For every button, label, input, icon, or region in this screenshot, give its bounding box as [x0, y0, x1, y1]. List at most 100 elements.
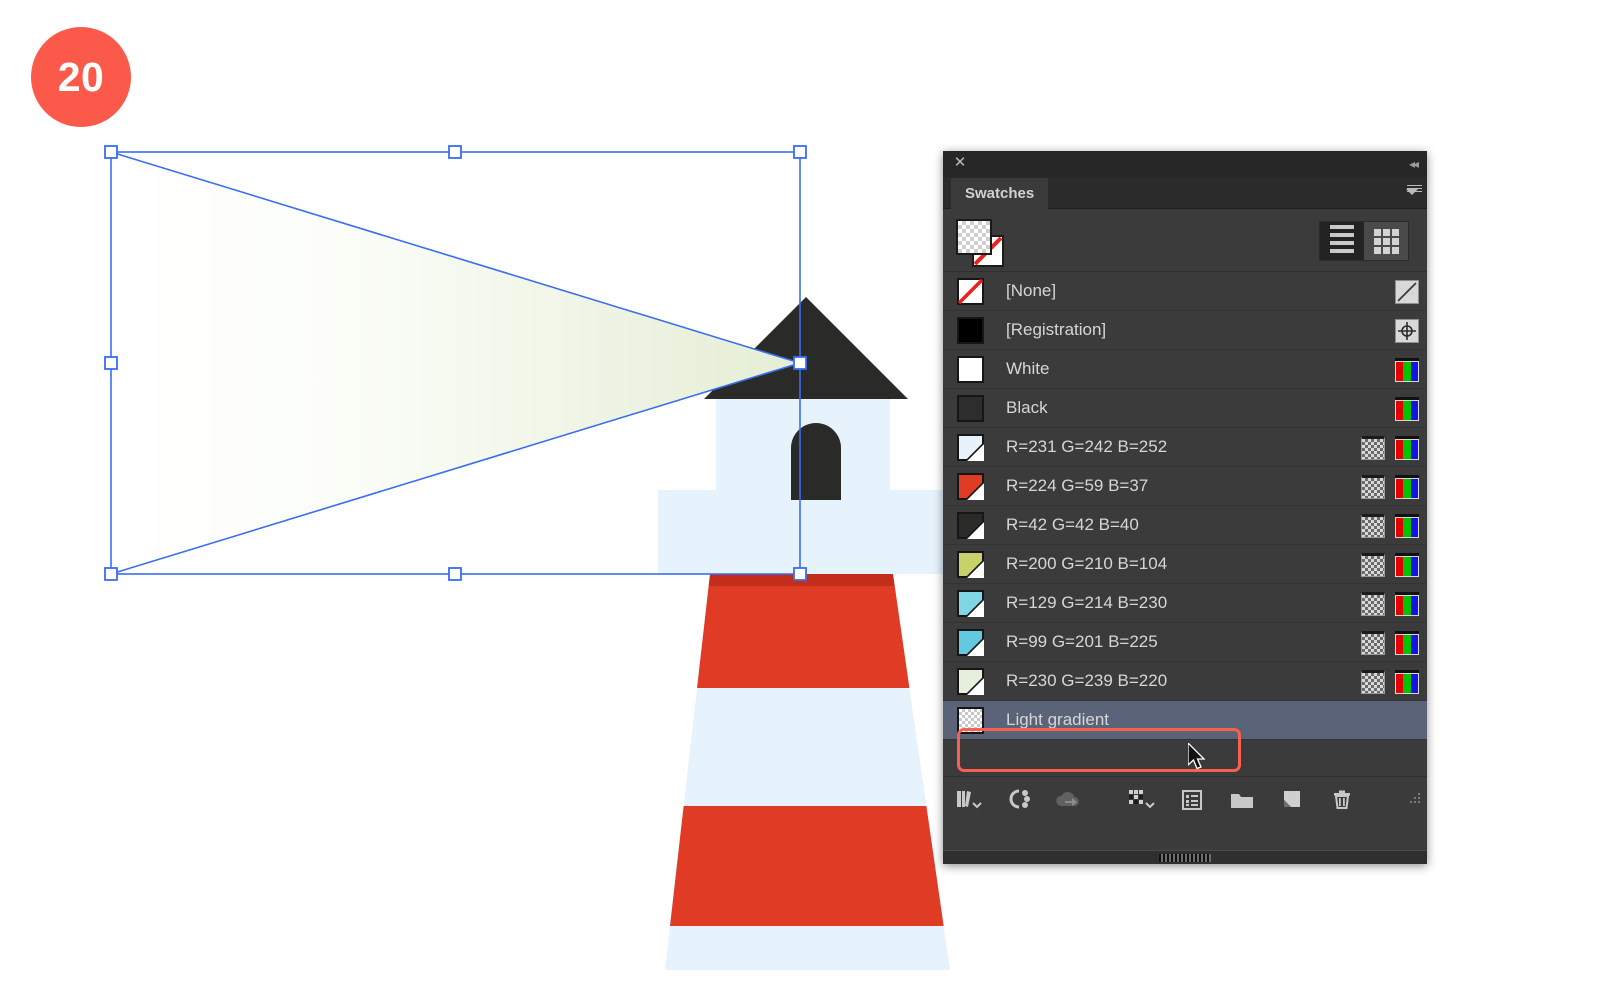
- swatch-color-chip[interactable]: [957, 355, 984, 383]
- rgb-color-mode-icon: [1395, 435, 1419, 460]
- swatch-indicators: [1361, 506, 1419, 545]
- swatch-options-icon[interactable]: [1167, 780, 1217, 820]
- none-swatch-indicator-icon: [1395, 279, 1419, 304]
- swatch-row[interactable]: R=230 G=239 B=220: [943, 662, 1427, 701]
- registration-target-icon: [1395, 318, 1419, 343]
- balcony-slab: [658, 490, 946, 574]
- swatch-label: Black: [1006, 398, 1048, 417]
- close-icon[interactable]: ✕: [952, 155, 968, 171]
- step-number-badge: 20: [31, 27, 131, 127]
- swatch-label: [Registration]: [1006, 320, 1107, 339]
- lighthouse-artwork: [104, 145, 950, 970]
- swatch-label: R=129 G=214 B=230: [1006, 593, 1168, 612]
- swatch-color-chip[interactable]: [957, 667, 984, 695]
- swatch-indicators: [1361, 428, 1419, 467]
- global-corner-icon: [965, 441, 984, 461]
- list-view-icon[interactable]: [1320, 222, 1364, 260]
- swatch-row[interactable]: Black: [943, 389, 1427, 428]
- delete-swatch-icon[interactable]: [1317, 780, 1367, 820]
- rgb-color-mode-icon: [1395, 630, 1419, 655]
- global-swatch-icon: [1361, 669, 1385, 694]
- swatch-indicators: [1361, 545, 1419, 584]
- swatch-indicators: [1361, 467, 1419, 506]
- global-swatch-icon: [1361, 474, 1385, 499]
- swatch-color-chip[interactable]: [957, 433, 984, 461]
- panel-tabbar: Swatches: [943, 178, 1427, 209]
- lantern-door: [791, 423, 841, 500]
- panel-top-strip: [943, 209, 1427, 271]
- swatch-indicators: [1395, 311, 1419, 350]
- new-swatch-icon[interactable]: [1267, 780, 1317, 820]
- global-swatch-icon: [1361, 591, 1385, 616]
- panel-titlebar: ✕ ◂◂: [943, 151, 1427, 178]
- swatch-row[interactable]: [Registration]: [943, 311, 1427, 350]
- illustration-canvas[interactable]: [0, 0, 1000, 985]
- rgb-color-mode-icon: [1395, 552, 1419, 577]
- swatch-color-chip[interactable]: [957, 706, 984, 734]
- new-color-group-icon[interactable]: [1217, 780, 1267, 820]
- swatch-row[interactable]: R=99 G=201 B=225: [943, 623, 1427, 662]
- swatch-color-chip[interactable]: [957, 472, 984, 500]
- global-swatch-icon: [1361, 435, 1385, 460]
- swatch-color-chip[interactable]: [957, 511, 984, 539]
- rgb-color-mode-icon: [1395, 591, 1419, 616]
- swatch-color-chip[interactable]: [957, 589, 984, 617]
- rgb-color-mode-icon: [1395, 396, 1419, 421]
- swatch-label: White: [1006, 359, 1050, 378]
- swatch-row[interactable]: R=231 G=242 B=252: [943, 428, 1427, 467]
- swatch-list[interactable]: [None] [Registration] White Black R=231 G=24…: [943, 271, 1427, 776]
- fill-stroke-proxy[interactable]: [956, 217, 1012, 269]
- swatch-color-chip[interactable]: [957, 277, 984, 305]
- swatch-indicators: [1395, 272, 1419, 311]
- global-corner-icon: [965, 597, 984, 617]
- swatch-label: R=99 G=201 B=225: [1006, 632, 1158, 651]
- swatch-color-chip[interactable]: [957, 550, 984, 578]
- grid-view-icon[interactable]: [1364, 222, 1408, 260]
- color-group-link-icon[interactable]: [993, 780, 1043, 820]
- chevron-down-icon[interactable]: [1406, 189, 1418, 195]
- fill-color-proxy[interactable]: [956, 219, 992, 255]
- swatch-label: R=42 G=42 B=40: [1006, 515, 1139, 534]
- swatch-libraries-menu-icon[interactable]: [943, 780, 993, 820]
- swatch-indicators: [1361, 623, 1419, 662]
- global-corner-icon: [965, 636, 984, 656]
- panel-bottom-grip-bar[interactable]: [943, 850, 1427, 864]
- panel-resize-grip[interactable]: [1408, 791, 1422, 805]
- global-corner-icon: [965, 480, 984, 500]
- rgb-color-mode-icon: [1395, 357, 1419, 382]
- swatch-label: R=230 G=239 B=220: [1006, 671, 1168, 690]
- swatch-color-chip[interactable]: [957, 628, 984, 656]
- swatch-row[interactable]: R=129 G=214 B=230: [943, 584, 1427, 623]
- global-corner-icon: [965, 675, 984, 695]
- swatches-panel[interactable]: ✕ ◂◂ Swatches [None] [Registration] Whit…: [943, 151, 1427, 864]
- global-swatch-icon: [1361, 552, 1385, 577]
- swatch-row[interactable]: R=224 G=59 B=37: [943, 467, 1427, 506]
- swatch-row[interactable]: R=200 G=210 B=104: [943, 545, 1427, 584]
- swatch-label: R=200 G=210 B=104: [1006, 554, 1168, 573]
- swatch-row[interactable]: White: [943, 350, 1427, 389]
- drag-grip[interactable]: [1159, 854, 1211, 862]
- swatch-label: Light gradient: [1006, 710, 1110, 729]
- step-number: 20: [57, 53, 105, 100]
- swatch-color-chip[interactable]: [957, 316, 984, 344]
- libraries-cloud-icon[interactable]: [1043, 780, 1093, 820]
- collapse-panel-icon[interactable]: ◂◂: [1409, 157, 1419, 171]
- show-swatch-kinds-menu-icon[interactable]: [1117, 780, 1167, 820]
- tab-swatches[interactable]: Swatches: [951, 178, 1049, 209]
- swatch-indicators: [1361, 662, 1419, 701]
- swatch-row[interactable]: Light gradient: [943, 701, 1427, 740]
- swatch-indicators: [1395, 389, 1419, 428]
- screen: 20 ✕ ◂◂ Swatches [None] [Registration] W…: [0, 0, 1600, 985]
- global-swatch-icon: [1361, 513, 1385, 538]
- swatch-label: R=231 G=242 B=252: [1006, 437, 1168, 456]
- swatch-label: [None]: [1006, 281, 1057, 300]
- swatch-label: R=224 G=59 B=37: [1006, 476, 1149, 495]
- swatch-row[interactable]: R=42 G=42 B=40: [943, 506, 1427, 545]
- global-swatch-icon: [1361, 630, 1385, 655]
- swatch-color-chip[interactable]: [957, 394, 984, 422]
- swatch-row[interactable]: [None]: [943, 272, 1427, 311]
- rgb-color-mode-icon: [1395, 669, 1419, 694]
- global-corner-icon: [965, 558, 984, 578]
- view-mode-toggle[interactable]: [1319, 221, 1409, 261]
- none-slash-icon: [957, 278, 984, 304]
